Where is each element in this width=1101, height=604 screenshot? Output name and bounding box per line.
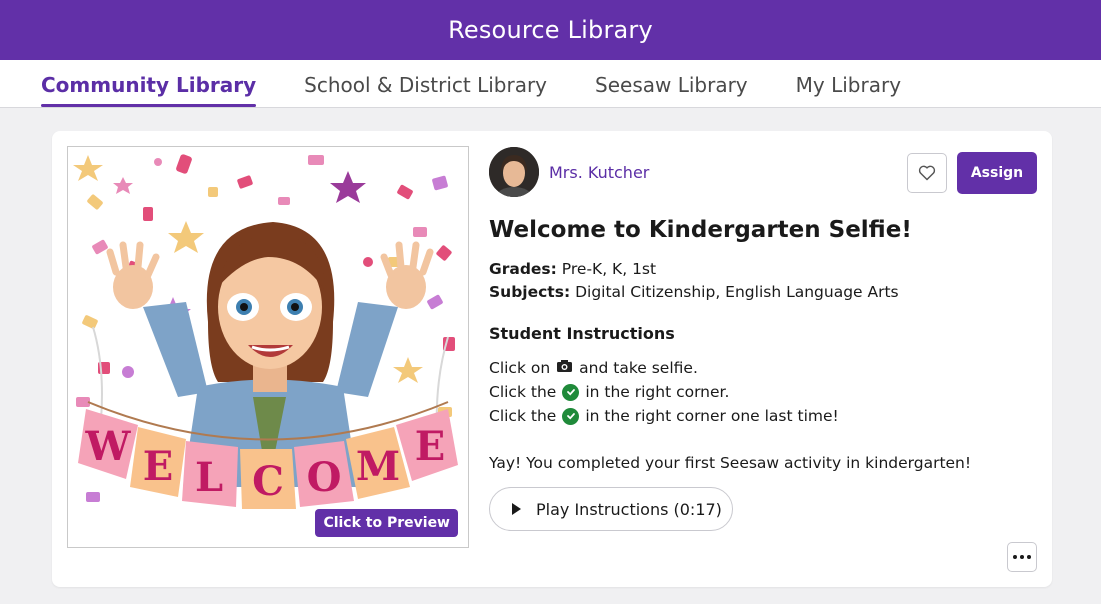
svg-text:E: E xyxy=(415,423,446,470)
activity-title: Welcome to Kindergarten Selfie! xyxy=(489,217,912,243)
instruction-line: Click the in the right corner. xyxy=(489,380,839,404)
instruction-text: Click the xyxy=(489,383,557,401)
author-block[interactable]: Mrs. Kutcher xyxy=(489,147,649,197)
grades-row: Grades: Pre-K, K, 1st xyxy=(489,258,899,281)
assign-button[interactable]: Assign xyxy=(957,152,1037,194)
instruction-text: in the right corner one last time! xyxy=(585,407,839,425)
svg-text:W: W xyxy=(85,423,132,470)
grades-value: Pre-K, K, 1st xyxy=(561,260,657,278)
bitmoji-welcome-image: W E L C O M E xyxy=(73,154,458,527)
activity-meta: Grades: Pre-K, K, 1st Subjects: Digital … xyxy=(489,258,899,304)
play-instructions-label: Play Instructions (0:17) xyxy=(536,499,722,519)
tab-school-district-library[interactable]: School & District Library xyxy=(304,60,547,107)
instruction-line: Click on and take selfie. xyxy=(489,356,839,380)
play-icon xyxy=(512,503,521,515)
author-avatar xyxy=(489,147,539,197)
page-title: Resource Library xyxy=(448,16,653,44)
instructions-heading: Student Instructions xyxy=(489,324,675,343)
tab-seesaw-library[interactable]: Seesaw Library xyxy=(595,60,748,107)
activity-card: W E L C O M E Click to Preview Mrs. Kutc… xyxy=(52,131,1052,587)
instruction-line: Click the in the right corner one last t… xyxy=(489,404,839,428)
grades-label: Grades: xyxy=(489,260,557,278)
instruction-text: in the right corner. xyxy=(585,383,730,401)
closing-message: Yay! You completed your first Seesaw act… xyxy=(489,454,972,472)
tab-community-library[interactable]: Community Library xyxy=(41,60,257,107)
svg-text:C: C xyxy=(252,458,284,505)
more-options-button[interactable] xyxy=(1007,542,1037,572)
tab-my-library[interactable]: My Library xyxy=(796,60,901,107)
subjects-label: Subjects: xyxy=(489,283,571,301)
camera-icon xyxy=(556,356,573,380)
svg-text:L: L xyxy=(195,454,223,501)
favorite-button[interactable] xyxy=(907,153,947,193)
green-check-icon xyxy=(562,383,580,401)
svg-text:E: E xyxy=(143,443,174,490)
green-check-icon xyxy=(562,407,580,425)
student-instructions: Click on and take selfie. Click the in t… xyxy=(489,356,839,428)
heart-icon xyxy=(918,165,936,181)
subjects-value: Digital Citizenship, English Language Ar… xyxy=(575,283,899,301)
instruction-text: Click the xyxy=(489,407,557,425)
svg-text:O: O xyxy=(307,454,342,501)
more-dots-icon xyxy=(1013,555,1017,559)
library-tabs: Community Library School & District Libr… xyxy=(0,60,1101,108)
top-bar: Resource Library xyxy=(0,0,1101,60)
instruction-text: Click on xyxy=(489,359,551,377)
instruction-text: and take selfie. xyxy=(579,359,698,377)
click-to-preview-button[interactable]: Click to Preview xyxy=(315,509,458,537)
subjects-row: Subjects: Digital Citizenship, English L… xyxy=(489,281,899,304)
activity-preview[interactable]: W E L C O M E Click to Preview xyxy=(67,146,469,548)
svg-text:M: M xyxy=(356,443,400,490)
author-name-link[interactable]: Mrs. Kutcher xyxy=(549,163,649,182)
play-instructions-button[interactable]: Play Instructions (0:17) xyxy=(489,487,733,531)
